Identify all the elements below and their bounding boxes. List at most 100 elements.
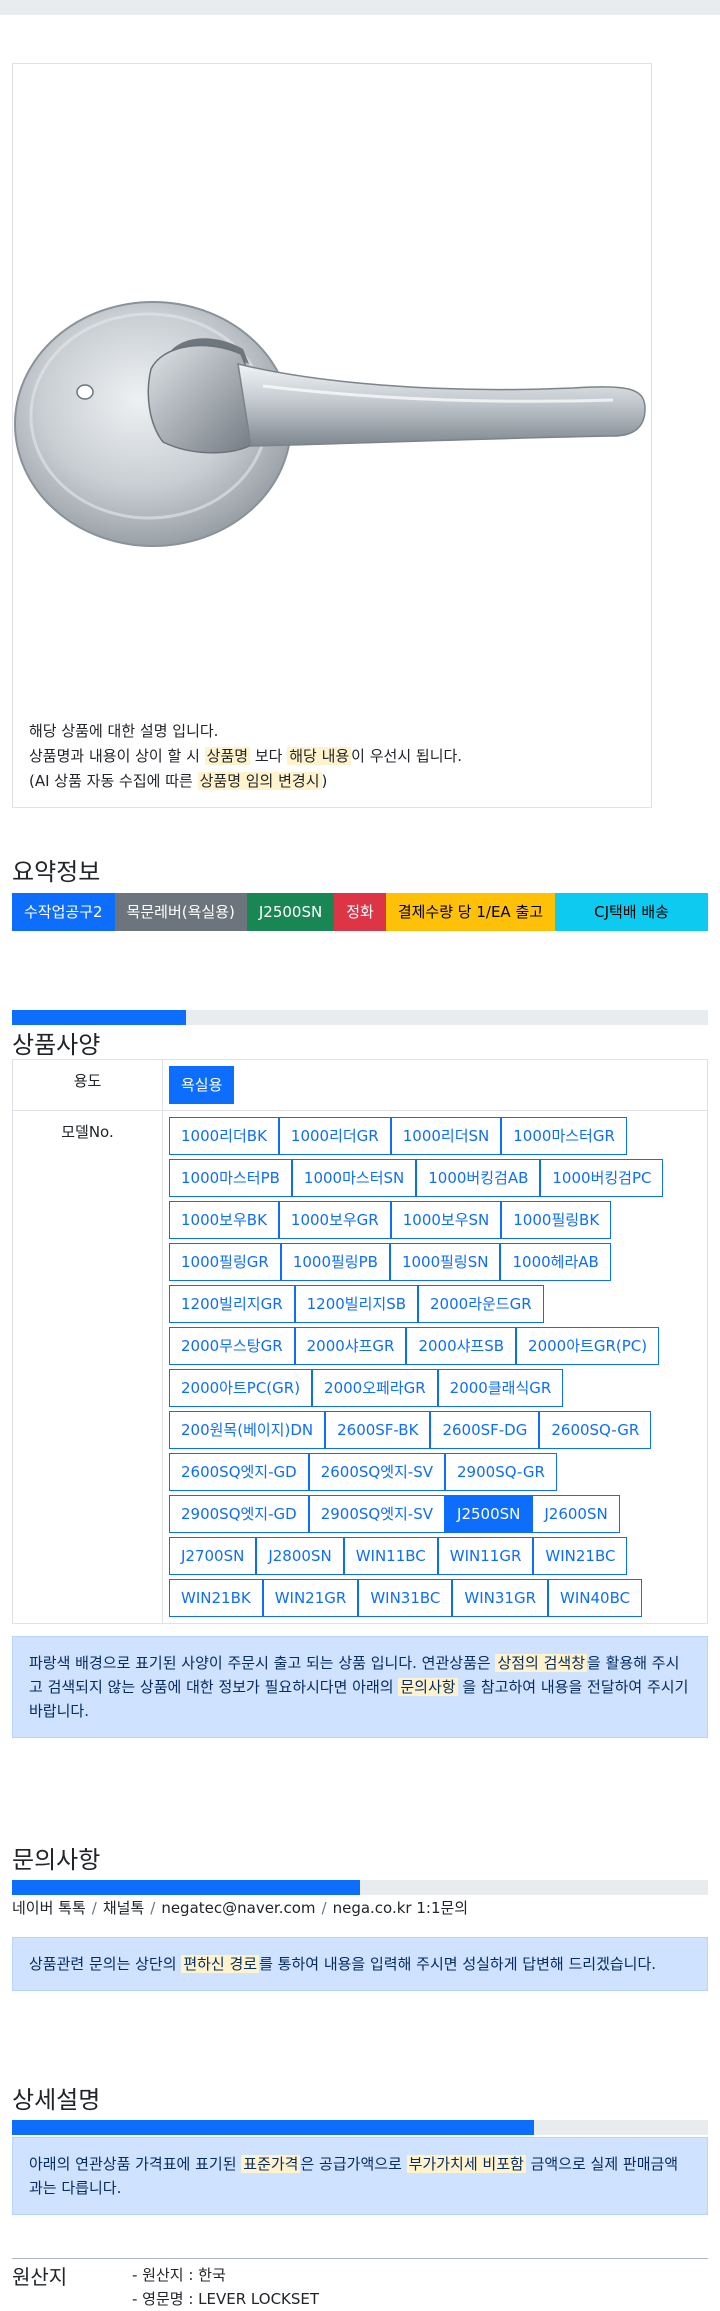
model-option[interactable]: 2000무스탕GR — [169, 1327, 295, 1365]
highlight-contact-route: 편하신 경로 — [181, 1955, 260, 1973]
contact-naver-talk[interactable]: 네이버 톡톡 — [12, 1899, 86, 1917]
product-image-card: 해당 상품에 대한 설명 입니다. 상품명과 내용이 상이 할 시 상품명 보다… — [12, 63, 652, 808]
model-option[interactable]: 1000필링BK — [501, 1201, 612, 1239]
model-option[interactable]: 2900SQ-GR — [445, 1453, 557, 1491]
contact-list: 네이버 톡톡 / 채널톡 / negatec@naver.com / nega.co.kr … — [12, 1897, 468, 1918]
summary-badges: 수작업공구2 목문레버(욕실용) J2500SN 정화 결제수량 당 1/EA … — [12, 893, 708, 931]
model-option[interactable]: 1000리더SN — [390, 1117, 502, 1155]
usage-option[interactable]: 욕실용 — [169, 1066, 235, 1104]
model-option[interactable]: 1000마스터GR — [501, 1117, 627, 1155]
highlight-product-name: 상품명 — [204, 747, 251, 765]
highlight-content: 해당 내용 — [287, 747, 352, 765]
model-option[interactable]: 2600SF-BK — [325, 1411, 431, 1449]
model-option[interactable]: 2000아트GR(PC) — [516, 1327, 660, 1365]
contact-channel-talk[interactable]: 채널톡 — [103, 1899, 144, 1917]
model-option[interactable]: 1000리더GR — [278, 1117, 391, 1155]
contact-separator: / — [321, 1899, 327, 1917]
model-option-row: WIN21BK WIN21GR WIN31BC WIN31GR WIN40BC — [169, 1577, 703, 1619]
model-option[interactable]: 1000버킹검AB — [416, 1159, 541, 1197]
model-option[interactable]: J2800SN — [256, 1537, 344, 1575]
model-option[interactable]: 2900SQ엣지-GD — [169, 1495, 309, 1533]
model-option[interactable]: 2000오페라GR — [312, 1369, 438, 1407]
model-option[interactable]: 1000리더BK — [169, 1117, 279, 1155]
specs-progress-bar — [12, 1010, 708, 1025]
alert-text-part: 은 공급가액으로 — [300, 2155, 407, 2173]
model-option[interactable]: 1200빌리지GR — [169, 1285, 295, 1323]
badge-category: 수작업공구2 — [12, 893, 115, 931]
notice-line-1: 해당 상품에 대한 설명 입니다. — [29, 722, 219, 740]
contact-site-inquiry[interactable]: nega.co.kr 1:1문의 — [333, 1899, 469, 1917]
alert-text-part: 파랑색 배경으로 표기된 사양이 주문시 출고 되는 상품 입니다. 연관상품은 — [29, 1654, 496, 1672]
model-option[interactable]: WIN21BK — [169, 1579, 263, 1617]
specs-title: 상품사양 — [12, 1031, 101, 1059]
model-option[interactable]: 1000헤라AB — [500, 1243, 611, 1281]
contact-separator: / — [150, 1899, 156, 1917]
highlight-standard-price: 표준가격 — [241, 2155, 301, 2173]
model-option[interactable]: WIN31GR — [452, 1579, 548, 1617]
notice-text-part: 이 우선시 됩니다. — [351, 747, 463, 765]
product-notice: 해당 상품에 대한 설명 입니다. 상품명과 내용이 상이 할 시 상품명 보다… — [29, 719, 462, 794]
model-option[interactable]: WIN40BC — [548, 1579, 643, 1617]
model-option[interactable]: 2900SQ엣지-SV — [308, 1495, 446, 1533]
summary-title: 요약정보 — [12, 858, 101, 886]
model-option[interactable]: J2600SN — [532, 1495, 620, 1533]
inquiry-progress-bar — [12, 1880, 708, 1895]
model-option[interactable]: 1000버킹검PC — [540, 1159, 664, 1197]
spec-table: 용도 욕실용 모델No. 1000리더BK 1000리더GR 1000리더SN 100… — [12, 1059, 708, 1624]
specs-progress-fill — [12, 1010, 186, 1025]
model-option[interactable]: WIN21BC — [533, 1537, 628, 1575]
model-option[interactable]: 2600SF-DG — [430, 1411, 540, 1449]
model-option[interactable]: 1000보우GR — [278, 1201, 391, 1239]
top-bar — [0, 0, 720, 15]
model-option[interactable]: 1000보우BK — [169, 1201, 279, 1239]
model-option[interactable]: 2000라운드GR — [418, 1285, 544, 1323]
model-option[interactable]: 1000마스터SN — [291, 1159, 417, 1197]
model-option-row: 200원목(베이지)DN 2600SF-BK 2600SF-DG 2600SQ-GR — [169, 1409, 703, 1451]
model-option-row: 1200빌리지GR 1200빌리지SB 2000라운드GR — [169, 1283, 703, 1325]
model-option[interactable]: 2000클래식GR — [437, 1369, 564, 1407]
model-options: 1000리더BK 1000리더GR 1000리더SN 1000마스터GR 1000마스터… — [162, 1110, 708, 1624]
alert-text-part: 를 통하여 내용을 입력해 주시면 성실하게 답변해 드리겠습니다. — [259, 1955, 657, 1973]
model-option[interactable]: WIN11GR — [437, 1537, 534, 1575]
highlight-inquiry: 문의사항 — [398, 1678, 458, 1696]
model-option-row: 1000마스터PB 1000마스터SN 1000버킹검AB 1000버킹검PC — [169, 1157, 703, 1199]
usage-label: 용도 — [12, 1059, 163, 1111]
detail-title: 상세설명 — [12, 2086, 101, 2114]
door-lever-handle-image — [14, 301, 646, 547]
highlight-name-change: 상품명 임의 변경시 — [197, 772, 322, 790]
model-option[interactable]: 2600SQ엣지-GD — [169, 1453, 309, 1491]
model-option[interactable]: WIN31BC — [358, 1579, 453, 1617]
usage-options: 욕실용 — [162, 1059, 708, 1111]
model-option[interactable]: 1000필링GR — [169, 1243, 281, 1281]
model-option[interactable]: WIN21GR — [262, 1579, 359, 1617]
badge-model: J2500SN — [246, 893, 335, 931]
model-option[interactable]: 2000샤프GR — [294, 1327, 407, 1365]
alert-text-part: 상품관련 문의는 상단의 — [29, 1955, 182, 1973]
model-option[interactable]: 2000아트PC(GR) — [169, 1369, 313, 1407]
model-label: 모델No. — [12, 1110, 163, 1624]
spec-row-model: 모델No. 1000리더BK 1000리더GR 1000리더SN 1000마스터GR 1… — [12, 1110, 708, 1624]
origin-list: - 원산지 : 한국 - 영문명 : LEVER LOCKSET — [132, 2263, 319, 2311]
model-option[interactable]: WIN11BC — [343, 1537, 438, 1575]
badge-type: 목문레버(욕실용) — [114, 893, 247, 931]
inquiry-progress-fill — [12, 1880, 360, 1895]
model-option[interactable]: 1200빌리지SB — [294, 1285, 419, 1323]
model-option[interactable]: 1000필링SN — [389, 1243, 501, 1281]
badge-quantity: 결제수량 당 1/EA 출고 — [385, 893, 556, 931]
model-option[interactable]: J2500SN — [445, 1495, 533, 1533]
model-option-row: 2900SQ엣지-GD 2900SQ엣지-SV J2500SN J2600SN — [169, 1493, 703, 1535]
model-option-row: 1000보우BK 1000보우GR 1000보우SN 1000필링BK — [169, 1199, 703, 1241]
model-option[interactable]: 2600SQ엣지-SV — [308, 1453, 446, 1491]
model-option-row: 1000리더BK 1000리더GR 1000리더SN 1000마스터GR — [169, 1115, 703, 1157]
model-option[interactable]: 2000샤프SB — [406, 1327, 517, 1365]
model-option[interactable]: 2600SQ-GR — [539, 1411, 652, 1449]
highlight-vat-excluded: 부가가치세 비포함 — [406, 2155, 526, 2173]
model-option[interactable]: J2700SN — [169, 1537, 257, 1575]
model-option[interactable]: 1000필링PB — [280, 1243, 390, 1281]
origin-country: - 원산지 : 한국 — [132, 2266, 226, 2284]
badge-shipping: CJ택배 배송 — [555, 893, 708, 931]
model-option[interactable]: 1000마스터PB — [169, 1159, 292, 1197]
model-option[interactable]: 1000보우SN — [390, 1201, 502, 1239]
contact-email[interactable]: negatec@naver.com — [161, 1899, 315, 1917]
model-option[interactable]: 200원목(베이지)DN — [169, 1411, 326, 1449]
